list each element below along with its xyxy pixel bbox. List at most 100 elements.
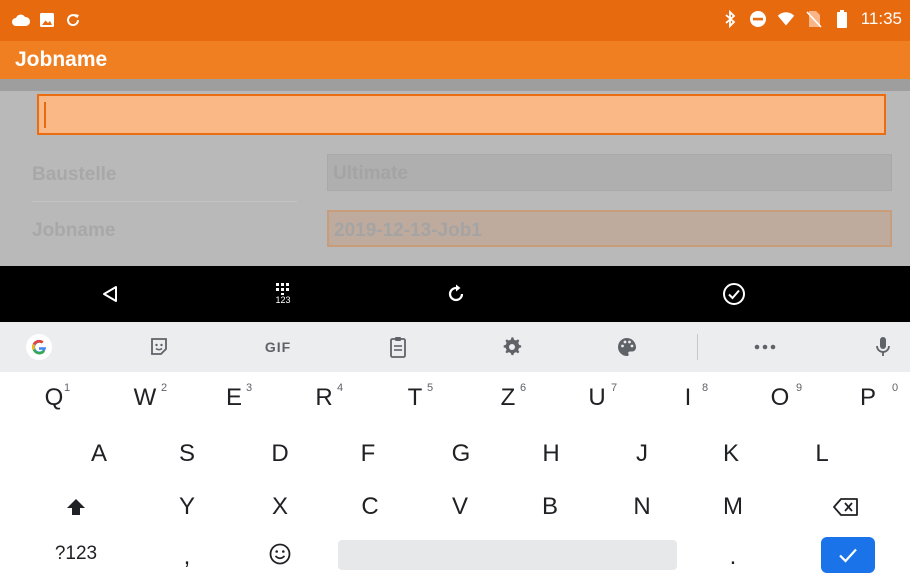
key-t[interactable]: T5: [375, 376, 455, 420]
keyboard-switch-label: 123: [275, 295, 291, 305]
more-button[interactable]: [750, 332, 780, 362]
symbols-key[interactable]: ?123: [36, 532, 116, 574]
toolbar-divider: [697, 334, 698, 360]
key-h[interactable]: H: [511, 432, 591, 476]
battery-icon: [833, 10, 851, 28]
google-button[interactable]: [24, 332, 54, 362]
status-time: 11:35: [860, 9, 902, 28]
key-w[interactable]: W2: [105, 376, 185, 420]
key-label: U: [588, 384, 606, 411]
keyboard-switch-icon: [276, 283, 289, 295]
theme-icon: [618, 338, 636, 356]
text-cursor: [44, 102, 46, 128]
backspace-key[interactable]: [806, 485, 886, 529]
clipboard-icon: [390, 337, 406, 358]
dialog-header-strip: [0, 79, 910, 91]
keyboard-switch-button[interactable]: 123: [265, 276, 301, 312]
key-r[interactable]: R4: [284, 376, 364, 420]
clipboard-button[interactable]: [383, 332, 413, 362]
enter-key[interactable]: [821, 537, 875, 573]
settings-button[interactable]: [497, 332, 527, 362]
key-k[interactable]: K: [691, 432, 771, 476]
app-bar: Jobname: [0, 41, 910, 79]
key-label: T: [407, 384, 423, 411]
bluetooth-icon: [721, 10, 739, 28]
navigation-bar: 123: [0, 266, 910, 322]
period-key[interactable]: .: [693, 535, 773, 574]
emoji-icon: [269, 543, 291, 565]
key-f[interactable]: F: [328, 432, 408, 476]
key-label: I: [684, 384, 692, 411]
key-e[interactable]: E3: [194, 376, 274, 420]
key-i[interactable]: I8: [648, 376, 728, 420]
key-hint: 7: [611, 382, 618, 394]
key-g[interactable]: G: [421, 432, 501, 476]
key-x[interactable]: X: [240, 485, 320, 529]
key-d[interactable]: D: [240, 432, 320, 476]
wifi-icon: [777, 10, 795, 28]
rotate-icon: [448, 284, 464, 302]
key-l[interactable]: L: [782, 432, 862, 476]
rotate-button[interactable]: [438, 276, 474, 312]
backspace-icon: [833, 498, 858, 516]
done-icon: [723, 283, 745, 305]
checkmark-icon: [839, 548, 857, 563]
comma-key[interactable]: ,: [147, 535, 227, 574]
key-a[interactable]: A: [59, 432, 139, 476]
key-c[interactable]: C: [330, 485, 410, 529]
key-z[interactable]: Z6: [468, 376, 548, 420]
shift-key[interactable]: [36, 485, 116, 529]
sticker-icon: [151, 338, 167, 355]
done-button[interactable]: [716, 276, 752, 312]
key-u[interactable]: U7: [557, 376, 637, 420]
key-b[interactable]: B: [510, 485, 590, 529]
key-j[interactable]: J: [602, 432, 682, 476]
dialog-backdrop: Baustelle Ultimate Jobname 2019-12-13-Jo…: [0, 79, 910, 266]
do-not-disturb-icon: [749, 10, 767, 28]
status-bar: 11:35: [0, 0, 910, 41]
microphone-icon: [876, 337, 890, 356]
key-q[interactable]: Q1: [14, 376, 94, 420]
gif-button[interactable]: GIF: [258, 332, 298, 362]
key-o[interactable]: O9: [740, 376, 820, 420]
theme-button[interactable]: [612, 332, 642, 362]
key-hint: 9: [796, 382, 803, 394]
back-button[interactable]: [92, 276, 128, 312]
back-icon: [103, 286, 117, 302]
key-n[interactable]: N: [602, 485, 682, 529]
form-label-jobname: Jobname: [32, 220, 116, 241]
key-label: R: [315, 384, 333, 411]
page-title: Jobname: [15, 48, 108, 71]
space-key[interactable]: [338, 540, 677, 570]
key-y[interactable]: Y: [147, 485, 227, 529]
image-icon: [38, 11, 56, 29]
key-label: O: [770, 384, 790, 411]
key-hint: 8: [702, 382, 709, 394]
google-icon: [26, 334, 52, 360]
key-label: Z: [500, 384, 516, 411]
microphone-button[interactable]: [870, 332, 896, 362]
keyboard-toolbar: GIF: [0, 322, 910, 372]
no-sim-icon: [805, 10, 823, 28]
sync-icon: [64, 11, 82, 29]
form-label-baustelle: Baustelle: [32, 164, 117, 185]
key-label: P: [859, 384, 876, 411]
jobname-input[interactable]: [39, 96, 884, 133]
key-hint: 2: [161, 382, 168, 394]
jobname-edit-field[interactable]: [37, 94, 886, 135]
key-s[interactable]: S: [147, 432, 227, 476]
key-hint: 6: [520, 382, 527, 394]
baustelle-field[interactable]: Ultimate: [327, 154, 892, 191]
emoji-key[interactable]: [240, 532, 320, 574]
key-hint: 4: [337, 382, 344, 394]
sticker-button[interactable]: [144, 332, 174, 362]
key-p[interactable]: P0: [828, 376, 908, 420]
key-hint: 0: [892, 382, 899, 394]
key-v[interactable]: V: [420, 485, 500, 529]
settings-icon: [503, 337, 522, 356]
key-hint: 5: [427, 382, 434, 394]
key-label: W: [133, 384, 157, 411]
key-hint: 1: [64, 382, 71, 394]
jobname-field[interactable]: 2019-12-13-Job1: [327, 210, 892, 247]
key-m[interactable]: M: [693, 485, 773, 529]
